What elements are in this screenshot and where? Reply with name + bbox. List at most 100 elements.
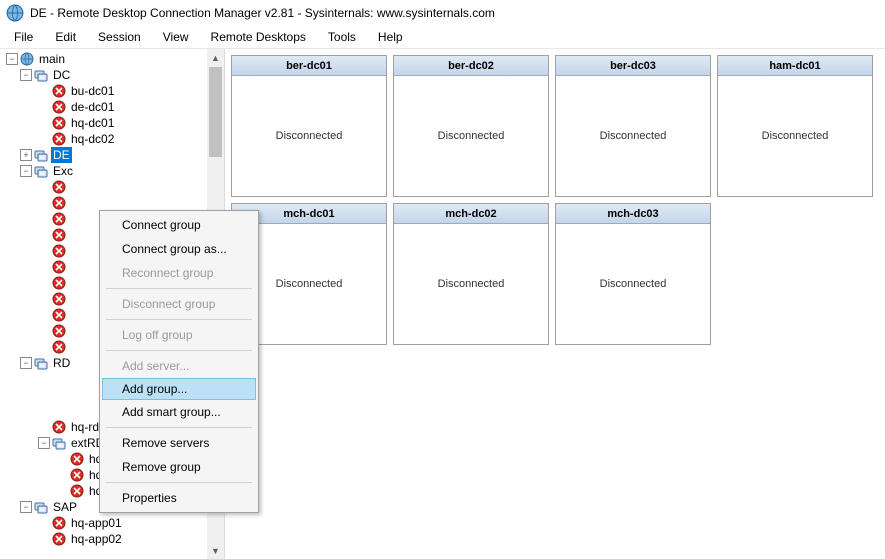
menu-item-properties[interactable]: Properties	[102, 486, 256, 510]
scroll-down-icon[interactable]: ▼	[207, 542, 224, 559]
menu-tools[interactable]: Tools	[318, 28, 366, 46]
tree-label[interactable]: SAP	[51, 499, 79, 515]
tree-node-de[interactable]: + DE	[2, 147, 208, 163]
context-menu[interactable]: Connect groupConnect group as...Reconnec…	[99, 210, 259, 513]
thumbnail-status: Disconnected	[394, 224, 548, 344]
server-off-icon	[52, 228, 66, 242]
server-thumbnail-ber-dc02[interactable]: ber-dc02Disconnected	[393, 55, 549, 197]
thumbnail-status: Disconnected	[232, 76, 386, 196]
twisty-spacer	[38, 229, 50, 241]
collapse-icon[interactable]: −	[20, 357, 32, 369]
tree-node-hq-app01[interactable]: hq-app01	[2, 515, 208, 531]
group-icon	[34, 164, 48, 178]
twisty-spacer	[38, 341, 50, 353]
server-off-icon	[52, 84, 66, 98]
server-off-icon	[70, 484, 84, 498]
twisty-spacer	[38, 117, 50, 129]
twisty-spacer	[56, 453, 68, 465]
none-icon	[52, 388, 66, 402]
menu-item-add-server: Add server...	[102, 354, 256, 378]
tree-node[interactable]	[2, 195, 208, 211]
menu-help[interactable]: Help	[368, 28, 413, 46]
server-thumbnail-ber-dc01[interactable]: ber-dc01Disconnected	[231, 55, 387, 197]
scroll-up-icon[interactable]: ▲	[207, 49, 224, 66]
server-off-icon	[52, 212, 66, 226]
collapse-icon[interactable]: −	[38, 437, 50, 449]
thumbnail-title: ber-dc02	[394, 56, 548, 76]
tree-label[interactable]: DE	[51, 147, 72, 163]
tree-label[interactable]: hq-app01	[69, 515, 124, 531]
tree-node-de-dc01[interactable]: de-dc01	[2, 99, 208, 115]
tree-node-hq-dc01[interactable]: hq-dc01	[2, 115, 208, 131]
thumbnail-panel: ber-dc01Disconnectedber-dc02Disconnected…	[225, 49, 885, 559]
tree-node[interactable]	[2, 179, 208, 195]
server-off-icon	[52, 516, 66, 530]
menu-file[interactable]: File	[4, 28, 43, 46]
thumbnail-status: Disconnected	[556, 76, 710, 196]
menu-item-connect-group[interactable]: Connect group	[102, 213, 256, 237]
titlebar: DE - Remote Desktop Connection Manager v…	[0, 0, 885, 26]
twisty-spacer	[38, 309, 50, 321]
server-thumbnail-ham-dc01[interactable]: ham-dc01Disconnected	[717, 55, 873, 197]
twisty-spacer	[38, 197, 50, 209]
menu-session[interactable]: Session	[88, 28, 151, 46]
server-off-icon	[52, 308, 66, 322]
twisty-spacer	[38, 261, 50, 273]
server-off-icon	[52, 532, 66, 546]
group-icon	[52, 436, 66, 450]
collapse-icon[interactable]: −	[6, 53, 18, 65]
tree-label[interactable]: hq-app02	[69, 531, 124, 547]
menu-item-connect-group-as[interactable]: Connect group as...	[102, 237, 256, 261]
tree-label[interactable]: de-dc01	[69, 99, 116, 115]
menu-item-log-off-group: Log off group	[102, 323, 256, 347]
window-title: DE - Remote Desktop Connection Manager v…	[30, 6, 495, 20]
menu-item-add-group[interactable]: Add group...	[102, 378, 256, 400]
twisty-spacer	[38, 245, 50, 257]
tree-node-hq-dc02[interactable]: hq-dc02	[2, 131, 208, 147]
tree-node-exc[interactable]: − Exc	[2, 163, 208, 179]
tree-label[interactable]: hq-dc01	[69, 115, 116, 131]
expand-icon[interactable]: +	[20, 149, 32, 161]
collapse-icon[interactable]: −	[20, 501, 32, 513]
menu-item-add-smart-group[interactable]: Add smart group...	[102, 400, 256, 424]
menu-item-remove-servers[interactable]: Remove servers	[102, 431, 256, 455]
menu-item-remove-group[interactable]: Remove group	[102, 455, 256, 479]
server-off-icon	[52, 324, 66, 338]
globe-icon	[20, 52, 34, 66]
server-thumbnail-mch-dc03[interactable]: mch-dc03Disconnected	[555, 203, 711, 345]
menu-view[interactable]: View	[153, 28, 199, 46]
menu-edit[interactable]: Edit	[45, 28, 86, 46]
scroll-thumb[interactable]	[209, 67, 222, 157]
tree-label[interactable]: DC	[51, 67, 72, 83]
collapse-icon[interactable]: −	[20, 69, 32, 81]
tree-node-hq-app02[interactable]: hq-app02	[2, 531, 208, 547]
menu-item-reconnect-group: Reconnect group	[102, 261, 256, 285]
server-off-icon	[52, 116, 66, 130]
tree-label[interactable]: Exc	[51, 163, 75, 179]
twisty-spacer	[38, 293, 50, 305]
twisty-spacer	[56, 485, 68, 497]
server-off-icon	[52, 244, 66, 258]
tree-node-main[interactable]: − main	[2, 51, 208, 67]
tree-label[interactable]: RD	[51, 355, 72, 371]
server-thumbnail-mch-dc02[interactable]: mch-dc02Disconnected	[393, 203, 549, 345]
tree-label[interactable]: hq-dc02	[69, 131, 116, 147]
twisty-spacer	[38, 421, 50, 433]
tree-label[interactable]: bu-dc01	[69, 83, 116, 99]
server-off-icon	[70, 452, 84, 466]
tree-label[interactable]: main	[37, 51, 67, 67]
server-thumbnail-ber-dc03[interactable]: ber-dc03Disconnected	[555, 55, 711, 197]
menu-remote-desktops[interactable]: Remote Desktops	[201, 28, 316, 46]
tree-node-bu-dc01[interactable]: bu-dc01	[2, 83, 208, 99]
thumbnail-status: Disconnected	[718, 76, 872, 196]
server-off-icon	[52, 180, 66, 194]
group-icon	[34, 148, 48, 162]
twisty-spacer	[38, 517, 50, 529]
group-icon	[34, 356, 48, 370]
twisty-spacer	[38, 213, 50, 225]
collapse-icon[interactable]: −	[20, 165, 32, 177]
server-off-icon	[52, 420, 66, 434]
group-icon	[34, 68, 48, 82]
twisty-spacer	[38, 277, 50, 289]
tree-node-dc[interactable]: − DC	[2, 67, 208, 83]
